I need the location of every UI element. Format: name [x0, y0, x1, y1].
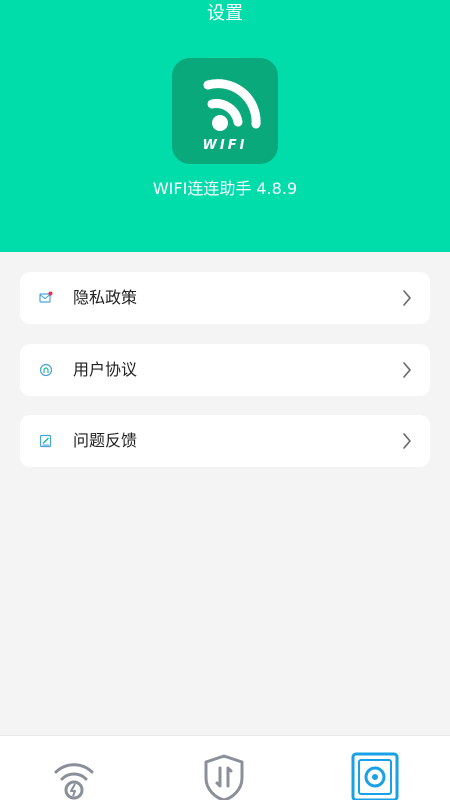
menu-item-privacy-policy[interactable]: 隐私政策	[20, 272, 430, 324]
menu-item-label: 隐私政策	[73, 288, 138, 307]
mail-icon	[39, 291, 53, 303]
logo-text: WIFI	[202, 138, 248, 153]
menu-item-feedback[interactable]: 问题反馈	[20, 415, 430, 467]
settings-page: 设置 WIFI WIFI连连助手 4.8.9 隐私政策 用户协议 问题反馈	[0, 0, 450, 800]
app-logo: WIFI	[172, 58, 278, 164]
user-agreement-icon	[39, 363, 53, 377]
menu-item-label: 问题反馈	[73, 431, 138, 450]
chevron-right-icon	[403, 433, 411, 449]
shield-speed-icon	[204, 754, 244, 800]
chevron-right-icon	[403, 290, 411, 306]
tab-security[interactable]	[194, 752, 254, 800]
feedback-icon	[39, 434, 52, 448]
bottom-tab-bar	[0, 735, 450, 800]
wifi-boost-icon	[54, 763, 94, 800]
tab-settings[interactable]	[344, 752, 404, 800]
speaker-device-icon	[351, 752, 399, 800]
app-name-version: WIFI连连助手 4.8.9	[152, 179, 298, 198]
header-banner: 设置 WIFI WIFI连连助手 4.8.9	[0, 0, 450, 252]
menu-item-label: 用户协议	[73, 360, 138, 379]
page-title: 设置	[207, 3, 243, 24]
menu-item-user-agreement[interactable]: 用户协议	[20, 344, 430, 396]
chevron-right-icon	[403, 362, 411, 378]
tab-wifi[interactable]	[44, 752, 104, 800]
